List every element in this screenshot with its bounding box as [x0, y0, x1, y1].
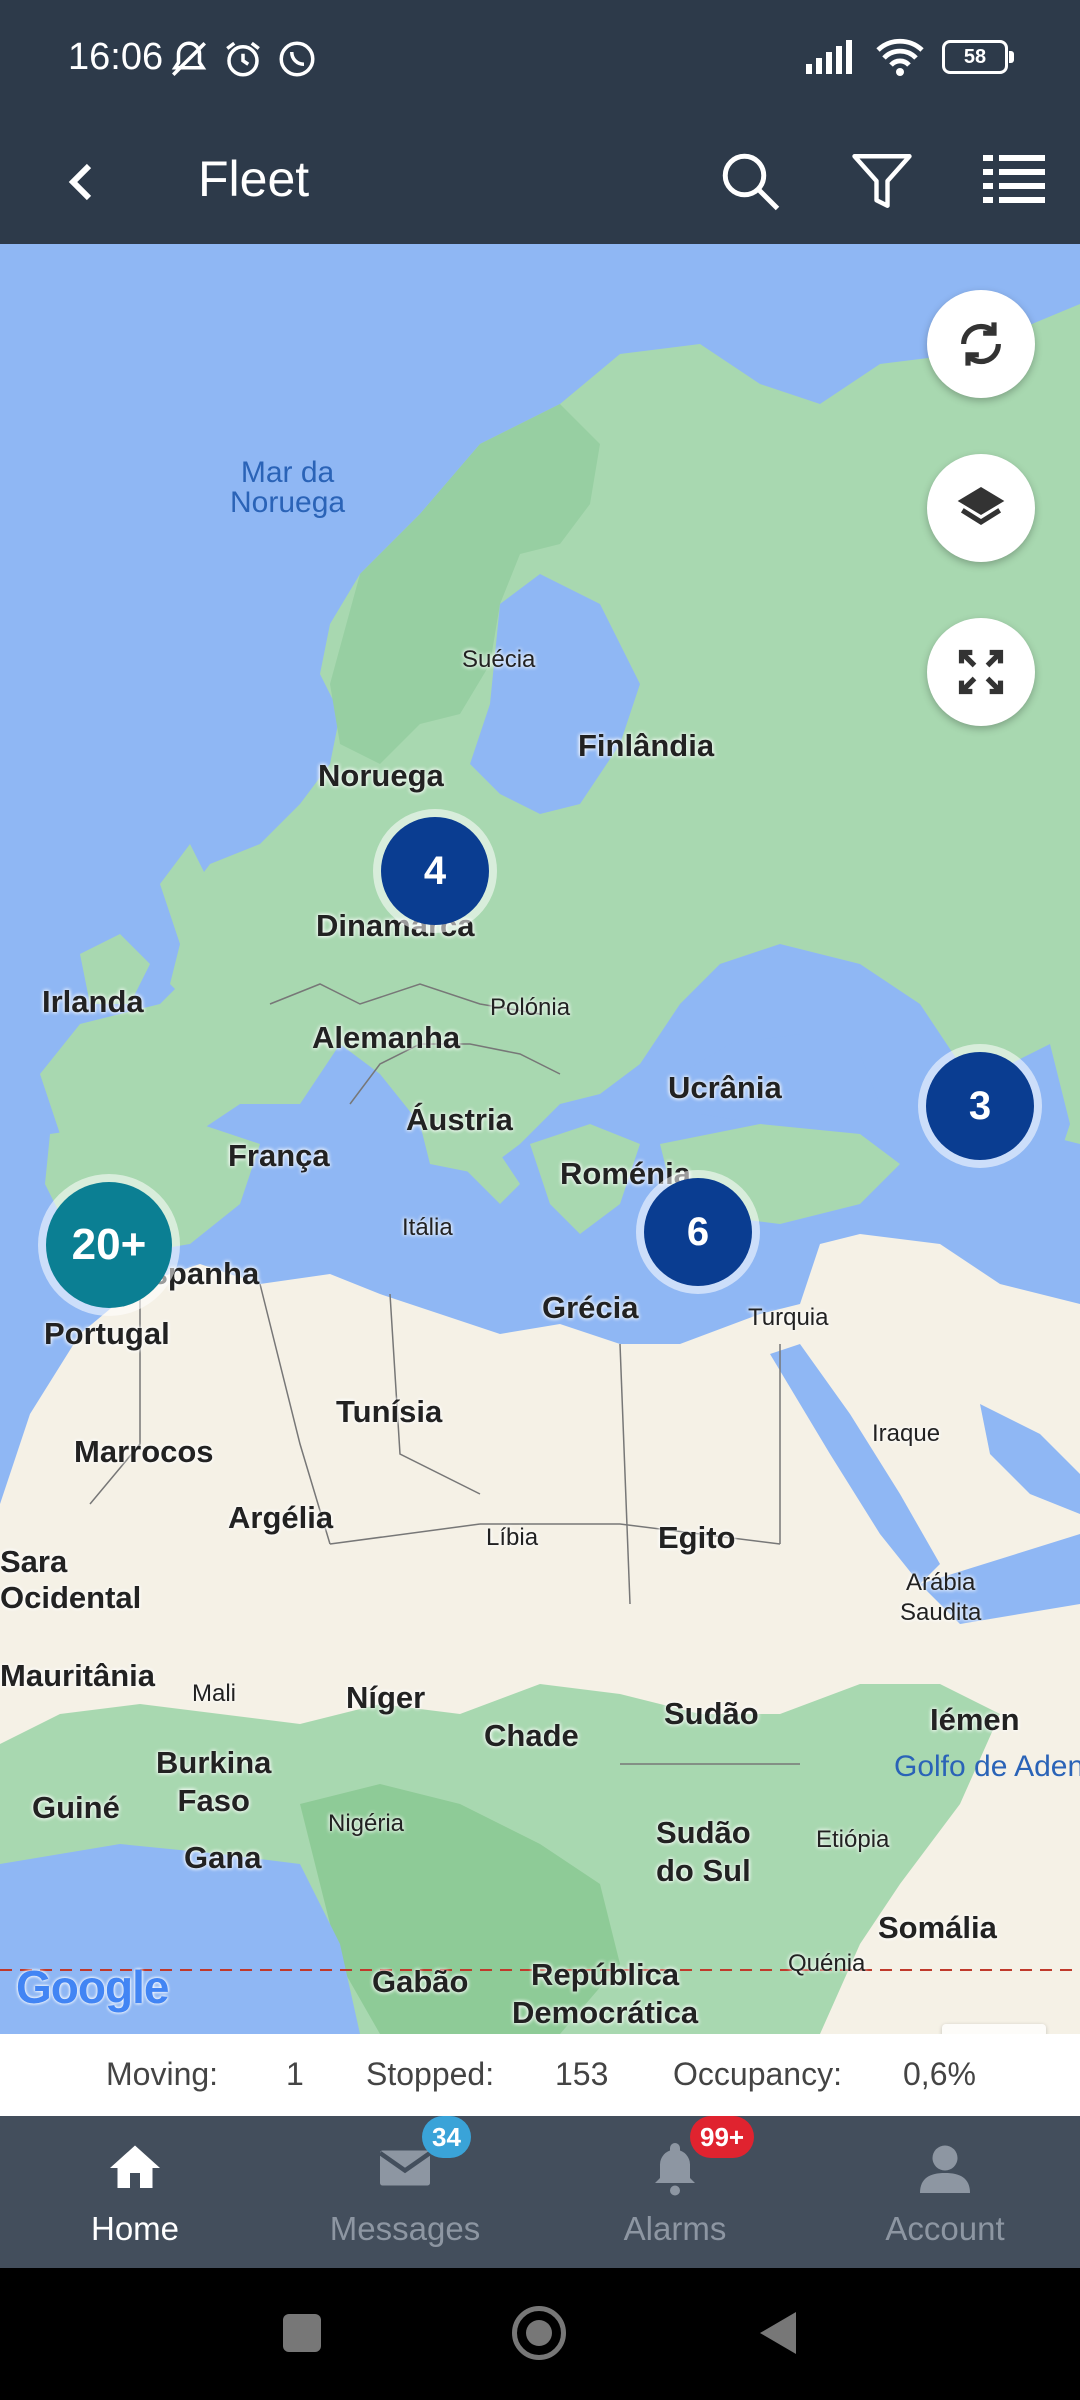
search-button[interactable] [705, 136, 795, 226]
map-label: Somália [878, 1910, 997, 1945]
fullscreen-icon [958, 649, 1004, 695]
map-label: Alemanha [312, 1020, 461, 1055]
zoom-in-button[interactable]: + [942, 2024, 1046, 2034]
home-system-button[interactable] [512, 2306, 566, 2360]
mute-icon [171, 41, 207, 76]
map-label: Gabão [372, 1964, 469, 1999]
filter-button[interactable] [837, 136, 927, 226]
map-label: Etiópia [816, 1826, 890, 1853]
map-label: República Democrática [512, 1957, 699, 2030]
wifi-icon [876, 38, 924, 76]
list-view-button[interactable] [969, 136, 1059, 226]
map-label: França [228, 1138, 330, 1173]
fleet-stats: Moving: 1 Stopped: 153 Occupancy: 0,6% [0, 2034, 1080, 2116]
map-label: Guiné [32, 1790, 120, 1825]
map-label: Arábia Saudita [900, 1569, 982, 1626]
status-bar: 16:06 58 [0, 0, 1080, 120]
map-label: Gana [184, 1840, 262, 1875]
vehicle-cluster[interactable]: 20+ [46, 1182, 172, 1308]
map-label: Nigéria [328, 1810, 405, 1837]
google-logo: Google [16, 1961, 169, 2013]
messages-badge: 34 [422, 2116, 471, 2158]
map-label: Chade [484, 1718, 579, 1753]
map-label: Iraque [872, 1420, 941, 1447]
map-label: Itália [402, 1214, 453, 1241]
nav-messages[interactable]: 34 Messages [270, 2116, 540, 2268]
map-label: Argélia [228, 1500, 334, 1535]
occupancy-label: Occupancy: [673, 2056, 842, 2092]
map-label: Sara Ocidental [0, 1544, 142, 1615]
map-label: Líbia [486, 1524, 539, 1551]
nav-label: Messages [329, 2210, 481, 2247]
search-icon [722, 153, 780, 211]
fullscreen-button[interactable] [927, 618, 1035, 726]
bottom-nav: Home 34 Messages 99+ Alarms Account [0, 2116, 1080, 2268]
moving-value: 1 [286, 2056, 304, 2092]
map-label: Áustria [406, 1102, 513, 1137]
recent-apps-button[interactable] [283, 2314, 321, 2352]
map-label: Iémen [930, 1702, 1020, 1737]
occupancy-value: 0,6% [903, 2056, 976, 2092]
map-label: Turquia [748, 1304, 829, 1331]
system-nav-bar [0, 2268, 1080, 2400]
moving-label: Moving: [106, 2056, 219, 2092]
map-label: Mauritânia [0, 1658, 156, 1693]
alarms-badge: 99+ [690, 2116, 755, 2158]
map-label: Egito [658, 1520, 736, 1555]
nav-label: Account [885, 2210, 1005, 2247]
page-title: Fleet [198, 151, 310, 207]
vehicle-cluster[interactable]: 3 [926, 1052, 1034, 1160]
map-label: Finlândia [578, 728, 715, 763]
user-icon [920, 2145, 970, 2193]
filter-icon [852, 154, 912, 208]
alarm-clock-icon [226, 41, 260, 77]
map-label: Níger [346, 1680, 426, 1715]
signal-icon [806, 40, 852, 74]
layers-button[interactable] [927, 454, 1035, 562]
refresh-button[interactable] [927, 290, 1035, 398]
list-icon [983, 155, 1045, 203]
nav-label: Alarms [623, 2210, 727, 2247]
stopped-value: 153 [555, 2056, 609, 2092]
zoom-controls: + − [942, 2024, 1046, 2034]
vehicle-cluster[interactable]: 4 [381, 817, 489, 925]
map-label: Marrocos [74, 1434, 214, 1469]
app-bar: Fleet [0, 120, 1080, 244]
stopped-label: Stopped: [366, 2056, 495, 2092]
map-label: Burkina Faso [156, 1745, 272, 1818]
map-label: Quénia [788, 1950, 866, 1977]
map-label: Mar da Noruega [230, 456, 346, 519]
nav-label: Home [90, 2210, 180, 2247]
map-label: Suécia [462, 646, 536, 673]
layers-icon [957, 487, 1005, 526]
status-time: 16:06 [68, 36, 164, 78]
back-button[interactable] [50, 152, 110, 212]
fleet-map[interactable]: Mar da Noruega Suécia Finlândia Noruega … [0, 244, 1080, 2034]
nav-home[interactable]: Home [0, 2116, 270, 2268]
map-label: Ucrânia [668, 1070, 782, 1105]
map-label: Polónia [490, 994, 571, 1021]
back-system-button[interactable] [756, 2310, 798, 2356]
map-label: Irlanda [42, 984, 144, 1019]
nav-alarms[interactable]: 99+ Alarms [540, 2116, 810, 2268]
map-label: Golfo de Aden [894, 1750, 1080, 1783]
home-icon [110, 2145, 160, 2188]
nav-account[interactable]: Account [810, 2116, 1080, 2268]
map-label: Noruega [318, 758, 444, 793]
map-label: Sudão [664, 1696, 759, 1731]
map-label: Tunísia [336, 1394, 443, 1429]
refresh-icon [961, 322, 1001, 366]
vehicle-cluster[interactable]: 6 [644, 1178, 752, 1286]
map-label: Mali [192, 1680, 237, 1707]
chevron-left-icon [68, 163, 92, 201]
map-label: Portugal [44, 1316, 170, 1351]
battery-icon: 58 [942, 40, 1014, 74]
whatsapp-icon [279, 41, 315, 77]
map-label: Sudão do Sul [656, 1815, 751, 1888]
map-label: Grécia [542, 1290, 639, 1325]
